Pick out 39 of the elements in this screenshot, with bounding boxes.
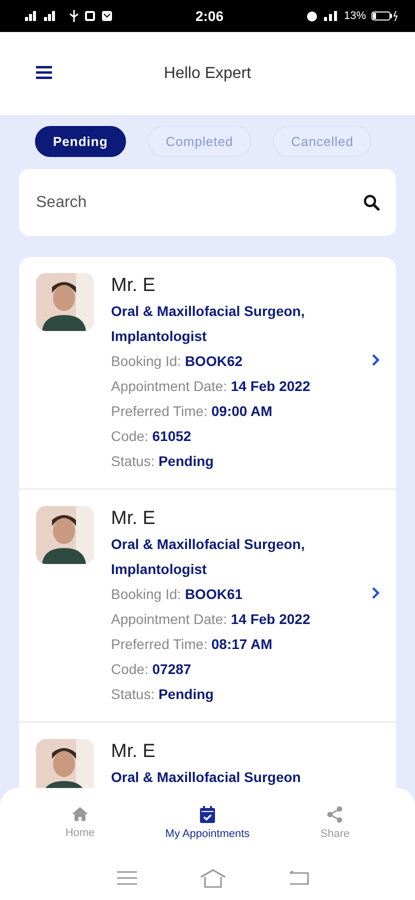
signal-icon — [322, 10, 339, 22]
chevron-right-icon[interactable] — [371, 586, 380, 600]
doctor-name: Mr. E — [111, 274, 156, 298]
battery-percent: 13% — [344, 10, 366, 22]
home-icon[interactable] — [198, 868, 226, 888]
appointment-detail: Status: Pending — [111, 685, 215, 704]
chevron-right-icon[interactable] — [371, 353, 380, 367]
appointment-detail: Preferred Time: 09:00 AM — [111, 402, 274, 421]
appointment-detail: Code: 61052 — [111, 427, 192, 446]
mail-icon — [101, 10, 113, 22]
doctor-specialty: Oral & Maxillofacial Surgeon, Implantologist — [111, 535, 306, 579]
doctor-name: Mr. E — [111, 740, 156, 764]
alarm-icon — [306, 10, 318, 22]
calendar-check-icon — [200, 806, 215, 823]
battery-icon — [371, 10, 399, 22]
search-icon[interactable] — [363, 194, 380, 211]
gallery-icon — [84, 10, 96, 22]
share-icon — [326, 806, 343, 823]
appointment-card[interactable]: Mr. E Oral & Maxillofacial Surgeon, Implantologist Booking Id: BOOK62 Appointment Date: 14 Feb 2022 Preferred Time: 09:00 AM Code: 61052 Status: Pending — [19, 257, 396, 490]
appointment-card[interactable]: Mr. E Oral & Maxillofacial Surgeon, Implantologist Booking Id: BOOK61 Appointment Date: 14 Feb 2022 Preferred Time: 08:17 AM Code: 07287 Status: Pending — [19, 490, 396, 723]
doctor-specialty: Oral & Maxillofacial Surgeon, Implantologist — [111, 302, 306, 346]
usb-icon — [69, 10, 79, 22]
nav-tab[interactable]: My Appointments — [161, 802, 254, 844]
appointment-detail: Appointment Date: 14 Feb 2022 — [111, 610, 312, 629]
filter-tab[interactable]: Pending — [35, 126, 126, 157]
appointment-detail: Booking Id: BOOK62 — [111, 352, 244, 371]
search-field[interactable]: Search — [36, 194, 355, 212]
appointment-detail: Code: 07287 — [111, 660, 192, 679]
doctor-specialty: Oral & Maxillofacial Surgeon — [111, 768, 302, 787]
back-icon[interactable] — [288, 870, 310, 886]
menu-icon[interactable] — [36, 66, 52, 79]
status-time: 2:06 — [195, 8, 224, 24]
header-title: Hello Expert — [164, 64, 252, 82]
home-icon — [70, 806, 89, 822]
appointment-detail: Booking Id: BOOK61 — [111, 585, 244, 604]
appointment-detail: Appointment Date: 14 Feb 2022 — [111, 377, 312, 396]
doctor-name: Mr. E — [111, 507, 156, 531]
appointment-detail: Status: Pending — [111, 452, 215, 471]
appointment-detail: Preferred Time: 08:17 AM — [111, 635, 274, 654]
